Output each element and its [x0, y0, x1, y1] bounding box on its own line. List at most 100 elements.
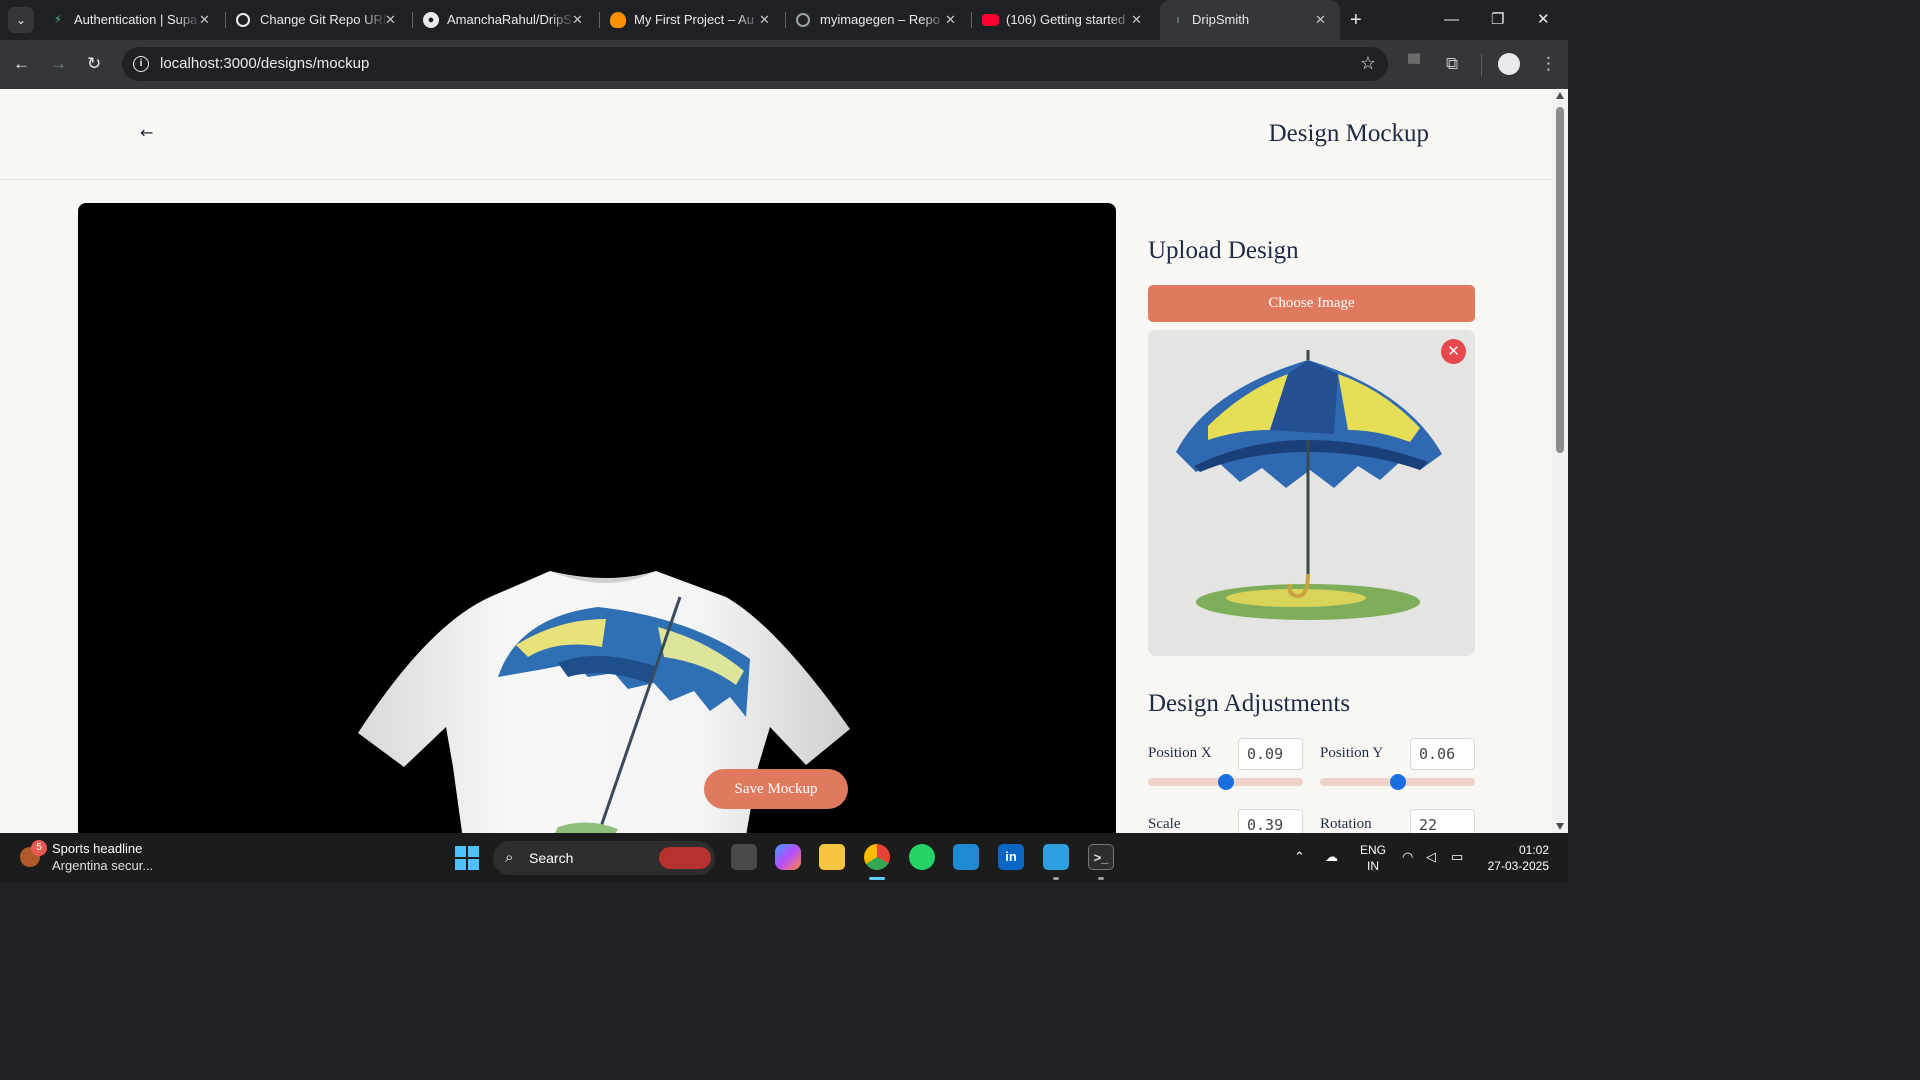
tab-authentication[interactable]: ⚡ Authentication | Supa ✕ — [50, 6, 220, 34]
close-tab-icon[interactable]: ✕ — [1131, 6, 1142, 34]
design-panel: Upload Design Choose Image ✕ Design Adju… — [1148, 89, 1475, 833]
back-arrow-icon[interactable]: ← — [140, 123, 153, 142]
slider-thumb[interactable] — [1389, 774, 1406, 790]
new-tab-button[interactable]: + — [1350, 8, 1362, 32]
rotation-input[interactable]: 22 — [1410, 809, 1475, 833]
language-indicator[interactable]: ENG IN — [1360, 842, 1386, 874]
rotation-label: Rotation — [1320, 816, 1372, 832]
youtube-icon — [982, 14, 999, 26]
wifi-icon[interactable]: ◠ — [1402, 849, 1413, 865]
windows-taskbar: 5 Sports headline Argentina secur... ⌕ S… — [0, 833, 1568, 882]
browser-toolbar: ← → ↻ i localhost:3000/designs/mockup ☆ … — [0, 40, 1568, 89]
search-icon: ⌕ — [505, 849, 514, 866]
onedrive-icon[interactable]: ☁ — [1325, 849, 1338, 865]
scrollbar-thumb[interactable] — [1556, 107, 1564, 453]
position-x-input[interactable]: 0.09 — [1238, 738, 1303, 770]
save-mockup-button[interactable]: Save Mockup — [704, 769, 848, 809]
scroll-up-icon[interactable] — [1556, 92, 1564, 99]
scale-input[interactable]: 0.39 — [1238, 809, 1303, 833]
clock[interactable]: 01:02 27-03-2025 — [1485, 842, 1549, 874]
design-adjustments-heading: Design Adjustments — [1148, 690, 1351, 717]
terminal-icon[interactable]: >_ — [1088, 844, 1114, 870]
linkedin-icon[interactable]: in — [998, 844, 1024, 870]
news-badge: 5 — [31, 840, 47, 856]
tab-github-dripsmith[interactable]: ● AmanchaRahul/DripS ✕ — [423, 6, 593, 34]
tab-change-git-repo[interactable]: Change Git Repo URL ✕ — [236, 6, 406, 34]
active-app-indicator — [869, 877, 885, 880]
bookmark-star-icon[interactable]: ☆ — [1360, 53, 1376, 74]
language-code: ENG — [1360, 843, 1387, 857]
tab-myimagegen[interactable]: myimagegen – Repo ✕ — [796, 6, 966, 34]
close-tab-icon[interactable]: ✕ — [759, 6, 770, 34]
reload-button[interactable]: ↻ — [87, 53, 101, 75]
tab-search-button[interactable]: ⌄ — [8, 7, 34, 33]
clock-date: 27-03-2025 — [1487, 859, 1549, 873]
chatgpt-icon — [236, 13, 250, 27]
umbrella-image — [1148, 330, 1475, 656]
close-tab-icon[interactable]: ✕ — [572, 6, 583, 34]
scroll-down-icon[interactable] — [1556, 823, 1564, 830]
windows-logo-icon — [468, 846, 479, 857]
open-app-indicator — [1053, 877, 1059, 880]
tray-overflow-icon[interactable]: ⌃ — [1294, 849, 1305, 865]
notepad-icon[interactable] — [1043, 844, 1069, 870]
close-tab-icon[interactable]: ✕ — [945, 6, 956, 34]
minimize-button[interactable]: — — [1444, 8, 1459, 32]
battery-icon[interactable]: ▭ — [1451, 849, 1463, 865]
firebase-icon — [610, 12, 626, 28]
profile-avatar[interactable] — [1498, 53, 1520, 75]
address-bar[interactable]: i localhost:3000/designs/mockup ☆ — [122, 47, 1388, 81]
copilot-icon[interactable] — [775, 844, 801, 870]
site-info-icon[interactable]: i — [133, 56, 149, 72]
windows-logo-icon — [468, 859, 479, 870]
task-view-icon[interactable] — [731, 844, 757, 870]
printer-icon[interactable]: ▀ — [1408, 54, 1420, 74]
close-tab-icon[interactable]: ✕ — [1315, 6, 1326, 34]
search-highlight-art — [659, 847, 711, 869]
file-explorer-icon[interactable] — [819, 844, 845, 870]
tab-separator — [785, 12, 786, 28]
design-preview — [1148, 330, 1475, 656]
github-icon — [796, 13, 810, 27]
tab-firebase-project[interactable]: My First Project – Au ✕ — [610, 6, 780, 34]
page-scrollbar[interactable] — [1552, 89, 1568, 833]
chrome-icon[interactable] — [864, 844, 890, 870]
back-button[interactable]: ← — [13, 53, 30, 75]
taskbar-search[interactable]: ⌕ Search — [493, 841, 715, 875]
extensions-icon[interactable]: ⧉ — [1446, 54, 1458, 74]
remove-image-button[interactable]: ✕ — [1441, 339, 1466, 364]
slider-thumb[interactable] — [1217, 774, 1234, 790]
menu-icon[interactable]: ⋮ — [1540, 54, 1557, 74]
position-x-slider[interactable] — [1148, 774, 1303, 790]
choose-image-button[interactable]: Choose Image — [1148, 285, 1475, 322]
start-button[interactable] — [455, 846, 479, 870]
restore-button[interactable]: ❐ — [1491, 8, 1504, 32]
loading-icon: ı — [1176, 14, 1180, 26]
windows-logo-icon — [455, 859, 466, 870]
github-icon: ● — [423, 12, 439, 28]
position-x-label: Position X — [1148, 745, 1212, 761]
upload-design-heading: Upload Design — [1148, 237, 1299, 264]
supabase-icon: ⚡ — [54, 14, 62, 26]
tab-separator — [225, 12, 226, 28]
search-label: Search — [529, 850, 574, 866]
news-subtitle[interactable]: Argentina secur... — [52, 858, 153, 873]
close-tab-icon[interactable]: ✕ — [199, 6, 210, 34]
news-title[interactable]: Sports headline — [52, 841, 142, 856]
position-y-input[interactable]: 0.06 — [1410, 738, 1475, 770]
position-y-slider[interactable] — [1320, 774, 1475, 790]
vscode-icon[interactable] — [953, 844, 979, 870]
position-y-label: Position Y — [1320, 745, 1384, 761]
toolbar-divider — [1481, 54, 1482, 76]
forward-button[interactable]: → — [50, 53, 67, 75]
region-code: IN — [1367, 859, 1379, 873]
url-text[interactable]: localhost:3000/designs/mockup — [160, 55, 369, 72]
whatsapp-icon[interactable] — [909, 844, 935, 870]
tab-dripsmith[interactable]: ı DripSmith ✕ — [1160, 0, 1340, 40]
close-window-button[interactable]: ✕ — [1537, 8, 1550, 32]
close-tab-icon[interactable]: ✕ — [385, 6, 396, 34]
volume-icon[interactable]: ◁ — [1426, 849, 1436, 865]
windows-logo-icon — [455, 846, 466, 857]
tab-youtube[interactable]: (106) Getting started ✕ — [982, 6, 1152, 34]
mockup-canvas[interactable]: Save Mockup — [78, 203, 1116, 833]
